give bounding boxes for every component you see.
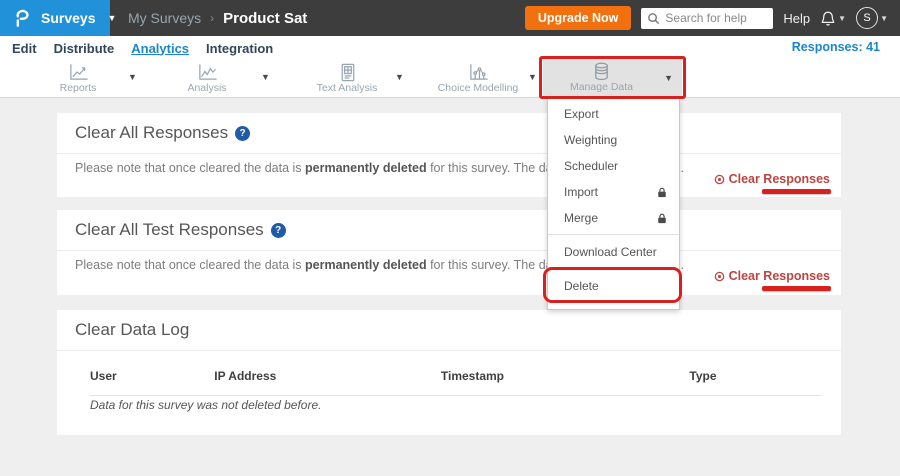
survey-section-nav: Edit Distribute Analytics Integration Re… (0, 36, 900, 61)
text-document-icon (336, 62, 359, 83)
column-user: User (90, 362, 214, 396)
column-type: Type (689, 362, 821, 396)
divider (57, 250, 841, 251)
responses-count: Responses: 41 (792, 40, 880, 54)
menu-item-import[interactable]: Import (548, 179, 679, 205)
manage-data-stack: Manage Data (543, 61, 660, 93)
clear-test-responses-card: Clear All Test Responses ? Please note t… (57, 210, 841, 295)
search-input[interactable] (641, 8, 773, 29)
help-link[interactable]: Help (783, 11, 810, 26)
menu-item-export[interactable]: Export (548, 101, 679, 127)
tab-integration[interactable]: Integration (206, 41, 273, 56)
divider (57, 153, 841, 154)
search-icon (647, 12, 660, 25)
help-search (641, 8, 773, 29)
clear-data-log-card: Clear Data Log User IP Address Timestamp… (57, 310, 841, 435)
lock-icon (657, 187, 667, 198)
chevron-down-icon: ▼ (107, 13, 116, 23)
menu-item-scheduler[interactable]: Scheduler (548, 153, 679, 179)
choice-modelling-dropdown-caret[interactable]: ▼ (528, 72, 537, 82)
toolbar-analysis[interactable]: Analysis (167, 62, 247, 94)
clear-test-responses-title: Clear All Test Responses ? (75, 220, 286, 240)
clear-all-responses-card: Clear All Responses ? Please note that o… (57, 113, 841, 197)
clear-test-responses-link[interactable]: Clear Responses (714, 269, 830, 283)
menu-item-weighting[interactable]: Weighting (548, 127, 679, 153)
table-header-row: User IP Address Timestamp Type (90, 362, 821, 396)
chevron-down-icon: ▼ (880, 14, 888, 23)
surveys-product-switcher[interactable]: Surveys ▼ (0, 0, 110, 36)
notifications-menu[interactable]: ▼ (820, 10, 846, 27)
database-icon (590, 61, 613, 82)
reports-dropdown-caret[interactable]: ▼ (128, 72, 137, 82)
toolbar-manage-data[interactable]: Manage Data ▼ (543, 59, 682, 97)
menu-item-delete[interactable]: Delete (548, 273, 679, 299)
tab-edit[interactable]: Edit (12, 41, 37, 56)
line-chart-icon (67, 62, 90, 83)
data-log-table: User IP Address Timestamp Type (90, 362, 821, 396)
toolbar-text-analysis[interactable]: Text Analysis (302, 62, 392, 94)
column-ip-address: IP Address (214, 362, 441, 396)
help-question-icon[interactable]: ? (235, 126, 250, 141)
menu-item-download-center[interactable]: Download Center (548, 239, 679, 265)
breadcrumb-my-surveys[interactable]: My Surveys (128, 10, 201, 26)
target-circle-icon (714, 174, 725, 185)
analytics-toolbar: Reports ▼ Analysis ▼ Text Analysis ▼ (0, 60, 900, 98)
breadcrumb-separator: › (210, 11, 214, 25)
breadcrumb-current-survey: Product Sat (223, 10, 307, 27)
clear-data-log-title: Clear Data Log (75, 320, 189, 340)
toolbar-choice-modelling[interactable]: Choice Modelling (428, 62, 528, 94)
clear-all-responses-title: Clear All Responses ? (75, 123, 250, 143)
top-bar: Surveys ▼ My Surveys › Product Sat Upgra… (0, 0, 900, 36)
account-menu[interactable]: S ▼ (856, 7, 888, 29)
manage-data-dropdown-caret[interactable]: ▼ (664, 73, 673, 83)
clear-responses-link[interactable]: Clear Responses (714, 172, 830, 186)
toolbar-reports[interactable]: Reports (38, 62, 118, 94)
avatar: S (856, 7, 878, 29)
column-timestamp: Timestamp (441, 362, 690, 396)
tab-distribute[interactable]: Distribute (54, 41, 115, 56)
menu-item-merge[interactable]: Merge (548, 205, 679, 231)
breadcrumb: My Surveys › Product Sat (128, 0, 307, 36)
text-analysis-dropdown-caret[interactable]: ▼ (395, 72, 404, 82)
help-question-icon[interactable]: ? (271, 223, 286, 238)
empty-log-message: Data for this survey was not deleted bef… (90, 398, 321, 412)
target-circle-icon (714, 271, 725, 282)
chevron-down-icon: ▼ (838, 14, 846, 23)
menu-divider (548, 234, 679, 235)
questionpro-logo-icon (14, 8, 31, 29)
lock-icon (657, 213, 667, 224)
choice-chart-icon (467, 62, 490, 83)
manage-data-menu: Export Weighting Scheduler Import Merge … (547, 97, 680, 310)
upgrade-now-button[interactable]: Upgrade Now (525, 6, 632, 30)
analysis-dropdown-caret[interactable]: ▼ (261, 72, 270, 82)
bell-icon (820, 10, 836, 27)
trend-chart-icon (196, 62, 219, 83)
topbar-right-controls: Upgrade Now Help ▼ S ▼ (525, 0, 888, 36)
app-label: Surveys (41, 10, 95, 26)
tab-analytics[interactable]: Analytics (131, 41, 189, 56)
divider (57, 350, 841, 351)
